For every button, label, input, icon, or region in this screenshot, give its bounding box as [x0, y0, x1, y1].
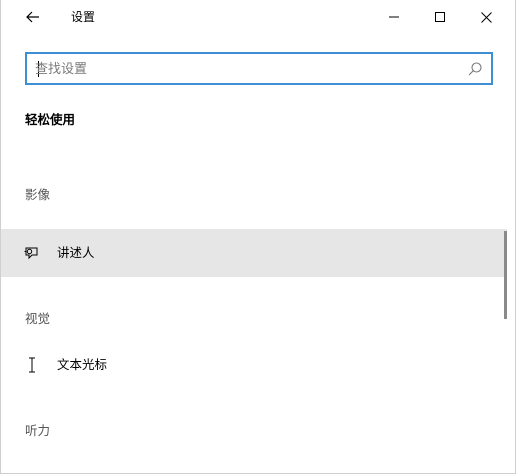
search-icon[interactable] — [467, 61, 483, 77]
maximize-button[interactable] — [417, 0, 463, 34]
search-input[interactable] — [35, 59, 455, 79]
nav-item-narrator[interactable]: 讲述人 — [1, 229, 507, 277]
window-title: 设置 — [71, 10, 96, 24]
page-title: 轻松使用 — [25, 112, 76, 127]
back-button[interactable] — [15, 4, 51, 30]
nav-item-label: 文本光标 — [57, 357, 108, 372]
close-icon — [480, 11, 492, 23]
search-box[interactable] — [25, 52, 493, 85]
title-bar: 设置 — [1, 0, 515, 34]
section-label-sight: 视觉 — [25, 311, 51, 326]
scrollbar-thumb[interactable] — [504, 231, 507, 319]
maximize-icon — [435, 12, 445, 22]
minimize-button[interactable] — [371, 0, 417, 34]
narrator-icon — [24, 247, 38, 260]
nav-item-label: 讲述人 — [57, 245, 95, 260]
back-arrow-icon — [26, 11, 39, 23]
minimize-icon — [389, 16, 399, 18]
section-label-hearing: 听力 — [25, 423, 51, 438]
text-cursor-icon — [29, 357, 35, 373]
section-label-vision: 影像 — [25, 187, 51, 202]
close-button[interactable] — [463, 0, 509, 34]
settings-window: 设置 轻松使用 影像 — [0, 0, 516, 474]
nav-item-text-cursor[interactable]: 文本光标 — [1, 341, 507, 389]
